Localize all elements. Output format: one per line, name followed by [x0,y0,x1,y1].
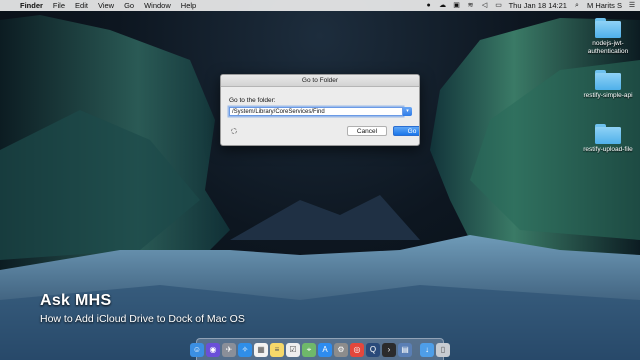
launchpad-icon[interactable]: ✈ [222,342,236,357]
siri-icon[interactable]: ◉ [206,342,220,357]
list-icon[interactable]: ☰ [628,2,636,9]
search-icon[interactable]: ⌕ [573,2,581,9]
dialog-title: Go to Folder [221,75,419,87]
chrome-icon[interactable]: ◎ [350,342,364,357]
menu-view[interactable]: View [98,1,114,10]
video-caption: Ask MHS How to Add iCloud Drive to Dock … [40,292,245,325]
menu-extras: ● ☁ ▣ ≋ ◁ ▭ Thu Jan 18 14:21 ⌕ M Harits … [425,1,636,10]
terminal-icon[interactable]: › [382,342,396,357]
quicktime-icon[interactable]: Q [366,342,380,357]
go-button[interactable]: Go [393,126,419,136]
photos-icon[interactable]: ▤ [398,342,412,357]
maps-icon[interactable]: ⌖ [302,342,316,357]
calendar-icon[interactable]: ▦ [254,342,268,357]
trash-icon[interactable]: ▯ [436,342,450,357]
desktop-folder-label: restify-simple-api [583,92,633,99]
menu-window[interactable]: Window [144,1,171,10]
app-store-icon[interactable]: A [318,342,332,357]
status-dot-icon[interactable]: ● [425,2,433,9]
desktop-folder[interactable]: restify-simple-api [573,70,640,100]
user-name[interactable]: M Harits S [587,1,622,10]
loading-spinner-icon [231,128,237,134]
battery-icon[interactable]: ▭ [495,2,503,9]
dialog-prompt: Go to the folder: [229,97,276,104]
notes-icon[interactable]: ≡ [270,342,284,357]
desktop-folder[interactable]: restify-upload-file [573,124,640,154]
clock[interactable]: Thu Jan 18 14:21 [509,1,567,10]
desktop-folder[interactable]: nodejs-jwt-authentication [573,18,640,56]
wifi-icon[interactable]: ≋ [467,2,475,9]
menu-edit[interactable]: Edit [75,1,88,10]
menu-help[interactable]: Help [181,1,196,10]
go-to-folder-dialog: Go to Folder Go to the folder: /System/L… [220,74,420,146]
camera-icon[interactable]: ▣ [453,2,461,9]
reminders-icon[interactable]: ☑ [286,342,300,357]
menu-file[interactable]: File [53,1,65,10]
chevron-down-icon[interactable]: ▾ [403,107,412,116]
desktop-folder-label: nodejs-jwt-authentication [587,40,629,55]
folder-icon [595,18,621,38]
menu-go[interactable]: Go [124,1,134,10]
menu-app-name[interactable]: Finder [20,1,43,10]
cloud-icon[interactable]: ☁ [439,2,447,9]
folder-path-input[interactable]: /System/Library/CoreServices/Find [229,107,403,116]
downloads-icon[interactable]: ↓ [420,342,434,357]
folder-icon [595,124,621,144]
desktop-folder-label: restify-upload-file [583,146,633,153]
finder-icon[interactable]: ☺ [190,342,204,357]
menu-bar: Finder File Edit View Go Window Help ● ☁… [0,0,640,11]
folder-icon [595,70,621,90]
volume-icon[interactable]: ◁ [481,2,489,9]
system-preferences-icon[interactable]: ⚙ [334,342,348,357]
dock: ☺ ◉ ✈ ✧ ▦ ≡ ☑ ⌖ A ⚙ ◎ Q › ▤ ↓ ▯ [190,338,450,360]
cancel-button[interactable]: Cancel [347,126,387,136]
safari-icon[interactable]: ✧ [238,342,252,357]
caption-brand: Ask MHS [40,292,112,309]
caption-subtitle: How to Add iCloud Drive to Dock of Mac O… [40,313,245,325]
